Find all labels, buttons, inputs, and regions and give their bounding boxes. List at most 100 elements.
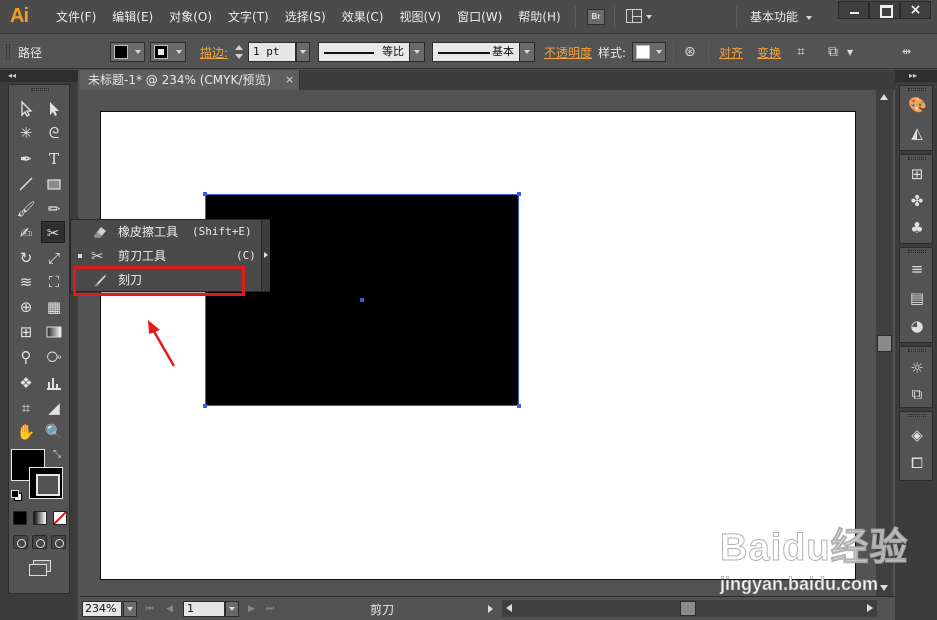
default-fill-stroke-icon[interactable] <box>11 490 22 501</box>
scrollbar-thumb[interactable] <box>877 335 892 352</box>
anchor-point[interactable] <box>517 404 521 408</box>
dock-header[interactable]: ▸▸ <box>895 70 937 82</box>
color-palette-icon[interactable]: 🎨 <box>908 96 927 114</box>
scrollbar-thumb[interactable] <box>680 601 696 616</box>
collapse-arrows-icon[interactable]: ◂◂ <box>8 72 16 80</box>
draw-inside-button[interactable] <box>51 535 66 549</box>
scroll-left-icon[interactable] <box>506 604 512 612</box>
none-mode-button[interactable] <box>53 511 67 525</box>
toolbox-grip[interactable] <box>31 88 49 91</box>
align-panel-link[interactable]: 对齐 <box>719 44 743 61</box>
rotate-tool-icon[interactable]: ↻ <box>14 247 38 269</box>
close-button[interactable]: × <box>900 1 931 19</box>
eyedropper-tool-icon[interactable]: ⚲ <box>14 346 38 368</box>
pencil-tool-icon[interactable]: ✏ <box>42 198 66 220</box>
first-artboard-icon[interactable]: ⏮ <box>146 604 154 614</box>
maximize-button[interactable] <box>869 1 900 19</box>
brush-dropdown-button[interactable] <box>519 43 534 61</box>
lasso-tool-icon[interactable]: ᘓ <box>42 122 66 144</box>
menu-object[interactable]: 对象(O) <box>161 0 220 34</box>
bridge-button[interactable]: Br <box>587 9 605 25</box>
menu-effect[interactable]: 效果(C) <box>334 0 392 34</box>
selection-tool-icon[interactable] <box>14 98 38 120</box>
horizontal-scrollbar[interactable] <box>502 600 877 617</box>
menu-file[interactable]: 文件(F) <box>48 0 104 34</box>
scale-tool-icon[interactable]: ⤢ <box>42 247 66 269</box>
previous-artboard-icon[interactable]: ◀ <box>166 604 173 614</box>
gradient-mode-button[interactable] <box>33 511 47 525</box>
chevron-down-icon[interactable]: ▼ <box>847 45 853 61</box>
symbols-icon[interactable]: ♣ <box>908 219 926 237</box>
line-segment-tool-icon[interactable] <box>14 173 38 195</box>
menu-window[interactable]: 窗口(W) <box>449 0 510 34</box>
color-mode-button[interactable] <box>13 511 27 525</box>
menu-select[interactable]: 选择(S) <box>277 0 334 34</box>
transparency-panel-icon[interactable]: ◕ <box>908 317 926 335</box>
recolor-artwork-icon[interactable]: ⊛ <box>684 44 696 60</box>
gradient-tool-icon[interactable] <box>42 321 66 343</box>
anchor-point[interactable] <box>517 192 521 196</box>
free-transform-tool-icon[interactable]: ⛶ <box>42 271 66 293</box>
menu-type[interactable]: 文字(T) <box>220 0 277 34</box>
fill-color-dropdown[interactable] <box>110 42 145 62</box>
anchor-point[interactable] <box>203 192 207 196</box>
zoom-tool-icon[interactable]: 🔍 <box>42 421 66 443</box>
dock-header[interactable]: ◂◂ <box>0 70 78 82</box>
column-graph-tool-icon[interactable] <box>42 372 66 394</box>
panel-grip[interactable] <box>908 157 926 160</box>
zoom-dropdown[interactable] <box>123 601 137 617</box>
stroke-weight-input[interactable]: 1 pt <box>248 42 296 62</box>
status-menu-icon[interactable] <box>488 605 493 613</box>
appearance-panel-icon[interactable]: ☼ <box>908 359 926 377</box>
variable-width-profile-dropdown[interactable]: 等比 <box>318 42 425 62</box>
zoom-input[interactable]: 234% <box>82 601 122 617</box>
tearoff-toolbar-button[interactable] <box>261 220 270 291</box>
slice-tool-icon[interactable]: ◢ <box>42 397 66 419</box>
width-tool-icon[interactable]: ≋ <box>14 271 38 293</box>
flyout-item-eraser[interactable]: 橡皮擦工具 (Shift+E) <box>71 220 261 244</box>
stroke-color-dropdown[interactable] <box>150 42 186 62</box>
perspective-grid-tool-icon[interactable]: ▦ <box>42 296 66 318</box>
swap-fill-stroke-icon[interactable]: ⤡ <box>53 449 61 460</box>
stroke-panel-link[interactable]: 描边: <box>200 44 228 61</box>
arrange-documents-button[interactable] <box>626 8 656 26</box>
next-artboard-icon[interactable]: ▶ <box>248 604 255 614</box>
gradient-panel-icon[interactable]: ▤ <box>908 289 926 307</box>
stroke-color-swatch[interactable] <box>29 467 63 499</box>
hand-tool-icon[interactable]: ✋ <box>14 421 38 443</box>
rectangle-tool-icon[interactable] <box>42 173 66 195</box>
scroll-up-icon[interactable] <box>880 94 888 100</box>
select-similar-icon[interactable]: ⧉ <box>828 44 838 60</box>
transform-panel-link[interactable]: 变换 <box>757 44 781 61</box>
blend-tool-icon[interactable]: ⧂ <box>42 346 66 368</box>
minimize-button[interactable] <box>838 1 869 19</box>
isolate-object-icon[interactable]: ⌗ <box>797 44 805 60</box>
blob-brush-tool-icon[interactable]: ✍ <box>14 222 38 244</box>
profile-dropdown-button[interactable] <box>409 43 424 61</box>
panel-grip[interactable] <box>908 349 926 352</box>
expand-arrows-icon[interactable]: ▸▸ <box>909 72 917 80</box>
magic-wand-tool-icon[interactable]: ✳ <box>14 122 38 144</box>
panel-grip[interactable] <box>6 44 10 60</box>
brush-definition-dropdown[interactable]: 基本 <box>432 42 535 62</box>
flyout-item-scissors[interactable]: ✂ 剪刀工具 (C) <box>71 244 261 268</box>
graphic-styles-icon[interactable]: ⧉ <box>908 385 926 403</box>
menu-edit[interactable]: 编辑(E) <box>104 0 161 34</box>
anchor-point[interactable] <box>203 404 207 408</box>
menu-help[interactable]: 帮助(H) <box>510 0 568 34</box>
panel-grip[interactable] <box>908 414 926 417</box>
paintbrush-tool-icon[interactable]: 🖌 <box>14 198 38 220</box>
opacity-panel-link[interactable]: 不透明度 <box>544 44 592 61</box>
symbol-sprayer-tool-icon[interactable]: ❖ <box>14 372 38 394</box>
panel-menu-icon[interactable]: ⇹ <box>902 44 911 60</box>
draw-normal-button[interactable] <box>13 535 28 549</box>
close-tab-icon[interactable]: × <box>285 70 294 90</box>
stroke-weight-dropdown[interactable] <box>296 42 310 62</box>
brushes-icon[interactable]: ✤ <box>908 192 926 210</box>
artboard-tool-icon[interactable]: ⌗ <box>14 397 38 419</box>
workspace-switcher[interactable]: 基本功能 <box>750 0 813 34</box>
mesh-tool-icon[interactable]: ⊞ <box>14 321 38 343</box>
layers-panel-icon[interactable]: ◈ <box>908 426 926 444</box>
last-artboard-icon[interactable]: ⏭ <box>266 604 274 614</box>
pen-tool-icon[interactable]: ✒ <box>14 148 38 170</box>
